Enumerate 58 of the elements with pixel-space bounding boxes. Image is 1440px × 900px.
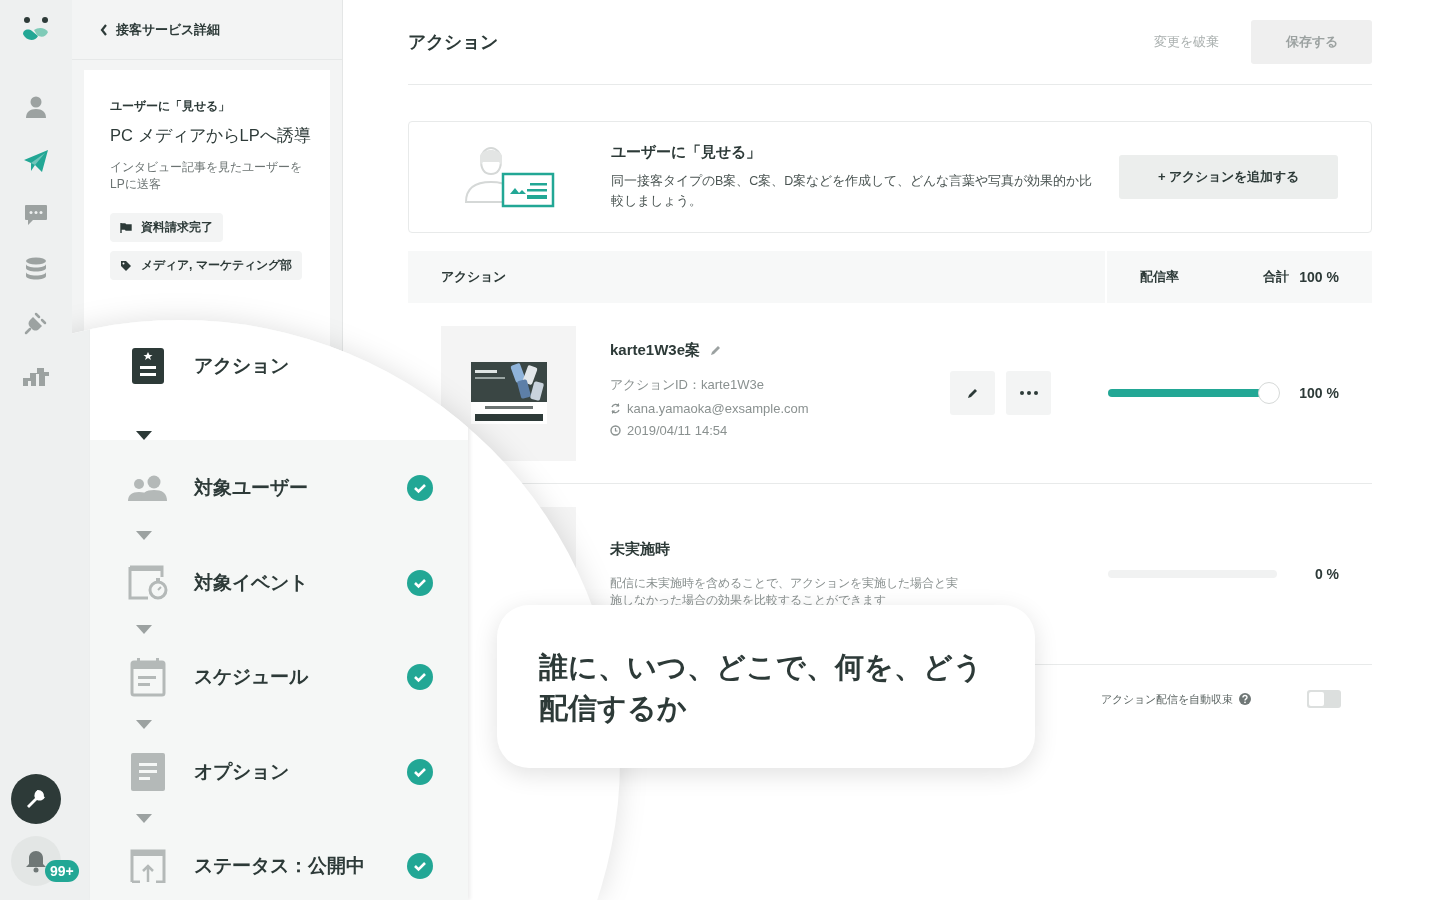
total-value: 100 % [1299, 269, 1339, 285]
caret-down-icon [136, 530, 152, 540]
tag-label: メディア, マーケティング部 [141, 257, 292, 274]
bell-icon [25, 849, 47, 873]
tag-icon [120, 259, 132, 272]
step-item[interactable]: 対象ユーザー [90, 462, 468, 514]
action-id: アクションID：karte1W3e [610, 376, 765, 394]
tag-label: 資料請求完了 [141, 219, 213, 236]
callout-bubble: 誰に、いつ、どこで、何を、どう配信するか [497, 605, 1035, 768]
column-header: アクション [441, 268, 506, 286]
help-icon[interactable] [1239, 693, 1251, 705]
chevron-left-icon [100, 23, 108, 36]
person-icon [25, 95, 47, 119]
rate-value: 100 % [1299, 385, 1339, 401]
info-title: ユーザーに「見せる」 [611, 143, 762, 162]
sync-icon [610, 403, 621, 414]
back-link[interactable]: 接客サービス詳細 [72, 0, 342, 60]
rate-slider[interactable] [1108, 382, 1278, 404]
step-item[interactable]: スケジュール [90, 651, 468, 703]
campaign-type: ユーザーに「見せる」 [110, 98, 231, 115]
auto-converge-toggle[interactable] [1307, 690, 1341, 708]
document-icon [128, 751, 168, 792]
tools-button[interactable] [11, 774, 61, 824]
plug-icon [24, 311, 48, 335]
window-upload-icon [128, 849, 168, 883]
caret-down-icon [136, 719, 152, 729]
campaign-title: PC メディアからLPへ誘導 [110, 125, 312, 146]
notification-count-badge: 99+ [45, 860, 79, 882]
add-action-button[interactable]: + アクションを追加する [1119, 155, 1338, 199]
column-header: 配信率 [1140, 268, 1180, 286]
rate-value: 0 % [1314, 566, 1339, 582]
total-label: 合計 [1263, 268, 1290, 286]
pencil-icon[interactable] [710, 345, 722, 356]
campaign-description: インタビュー記事を見たユーザーをLPに送客 [110, 159, 303, 193]
paper-plane-icon [23, 149, 49, 173]
caret-down-icon [136, 814, 152, 824]
updated-date: 2019/04/11 14:54 [627, 423, 728, 438]
control-name: 未実施時 [610, 539, 670, 559]
caret-down-icon [136, 625, 152, 635]
more-icon [1019, 391, 1038, 395]
window-timer-icon [128, 564, 168, 601]
page-title: アクション [408, 31, 499, 54]
auto-converge-label: アクション配信を自動収束 [1101, 691, 1233, 707]
pencil-icon [966, 387, 979, 399]
step-item[interactable]: 対象イベント [90, 556, 468, 609]
clock-icon [610, 425, 621, 436]
step-item[interactable]: ステータス：公開中 [90, 840, 468, 892]
chat-icon [24, 204, 48, 226]
info-description: 同一接客タイプのB案、C案、D案などを作成して、どんな言葉や写真が効果的か比較しましょう。 [611, 173, 1094, 210]
step-item[interactable]: オプション [90, 745, 468, 798]
calendar-icon [128, 657, 168, 697]
users-icon [128, 474, 168, 502]
bar-chart-icon [22, 367, 50, 387]
database-icon [25, 257, 47, 281]
action-name: karte1W3e案 [610, 341, 701, 360]
author-email: kana.yamaoka@exsample.com [627, 401, 809, 416]
more-button[interactable] [1006, 371, 1051, 415]
flag-icon [120, 222, 132, 233]
